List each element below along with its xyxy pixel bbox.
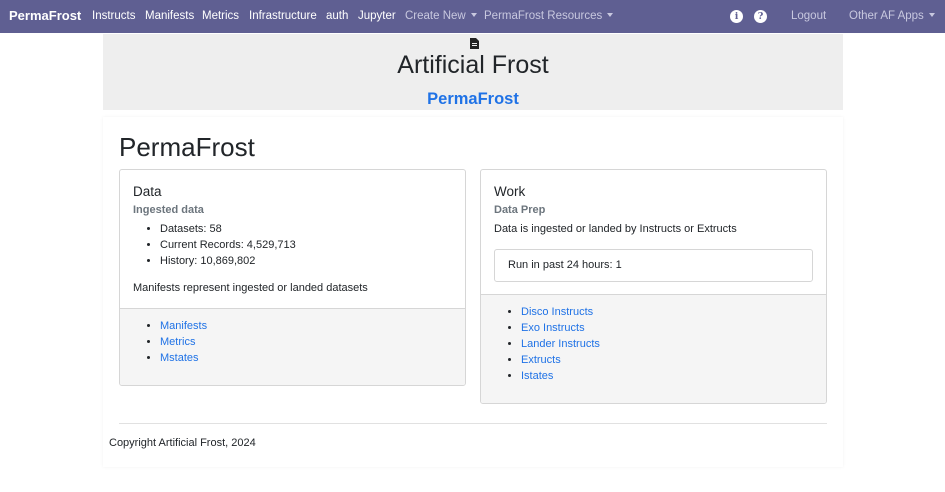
extructs-link[interactable]: Extructs: [521, 354, 561, 366]
mstates-link[interactable]: Mstates: [160, 352, 199, 364]
nav-metrics[interactable]: Metrics: [202, 10, 239, 22]
caret-down-icon: [928, 13, 935, 17]
data-links-list: Manifests Metrics Mstates: [133, 318, 207, 366]
work-card: Work Data Prep Data is ingested or lande…: [480, 169, 827, 404]
nav-permafrost-resources-dropdown[interactable]: PermaFrost Resources: [484, 10, 614, 22]
list-item: Istates: [521, 368, 600, 384]
stat-datasets: Datasets: 58: [160, 221, 296, 237]
disco-instructs-link[interactable]: Disco Instructs: [521, 306, 593, 318]
caret-down-icon: [470, 13, 477, 17]
nav-create-new-dropdown[interactable]: Create New: [405, 10, 477, 22]
nav-instructs[interactable]: Instructs: [92, 10, 135, 22]
nav-infrastructure[interactable]: Infrastructure: [249, 10, 317, 22]
nav-manifests[interactable]: Manifests: [145, 10, 194, 22]
caret-down-icon: [607, 13, 614, 17]
data-card-text: Manifests represent ingested or landed d…: [133, 282, 368, 294]
list-item: Lander Instructs: [521, 336, 600, 352]
work-links-list: Disco Instructs Exo Instructs Lander Ins…: [494, 304, 600, 384]
copyright-text: Copyright Artificial Frost, 2024: [109, 437, 256, 449]
info-icon[interactable]: i: [730, 10, 743, 23]
permafrost-resources-label: PermaFrost Resources: [484, 10, 603, 22]
lander-instructs-link[interactable]: Lander Instructs: [521, 338, 600, 350]
istates-link[interactable]: Istates: [521, 370, 553, 382]
run-status-text: Run in past 24 hours: 1: [508, 259, 622, 271]
page-title: PermaFrost: [119, 132, 255, 162]
work-card-subtitle: Data Prep: [494, 204, 546, 216]
document-icon: [470, 38, 479, 49]
logout-link[interactable]: Logout: [791, 10, 826, 22]
data-card-subtitle: Ingested data: [133, 204, 204, 216]
manifests-link[interactable]: Manifests: [160, 320, 207, 332]
list-item: Manifests: [160, 318, 207, 334]
nav-auth[interactable]: auth: [326, 10, 348, 22]
help-icon[interactable]: ?: [754, 10, 767, 23]
list-item: Extructs: [521, 352, 600, 368]
list-item: Exo Instructs: [521, 320, 600, 336]
run-status-box: Run in past 24 hours: 1: [494, 249, 813, 282]
data-card-title: Data: [133, 184, 162, 199]
navbar: PermaFrost Instructs Manifests Metrics I…: [0, 0, 945, 33]
metrics-link[interactable]: Metrics: [160, 336, 195, 348]
site-header: Artificial Frost PermaFrost: [103, 34, 843, 110]
site-title: Artificial Frost: [397, 51, 549, 79]
other-apps-label: Other AF Apps: [849, 10, 924, 22]
work-card-title: Work: [494, 184, 526, 199]
create-new-label: Create New: [405, 10, 466, 22]
nav-jupyter[interactable]: Jupyter: [358, 10, 396, 22]
data-stats-list: Datasets: 58 Current Records: 4,529,713 …: [133, 221, 296, 269]
data-card-footer: Manifests Metrics Mstates: [120, 308, 465, 385]
brand-link[interactable]: PermaFrost: [9, 8, 81, 23]
work-card-text: Data is ingested or landed by Instructs …: [494, 223, 737, 235]
exo-instructs-link[interactable]: Exo Instructs: [521, 322, 585, 334]
list-item: Mstates: [160, 350, 207, 366]
work-card-footer: Disco Instructs Exo Instructs Lander Ins…: [481, 294, 826, 403]
data-card: Data Ingested data Datasets: 58 Current …: [119, 169, 466, 386]
list-item: Metrics: [160, 334, 207, 350]
site-subtitle-link[interactable]: PermaFrost: [103, 90, 843, 109]
main-content: PermaFrost Data Ingested data Datasets: …: [103, 117, 843, 467]
other-apps-dropdown[interactable]: Other AF Apps: [849, 10, 935, 22]
stat-current-records: Current Records: 4,529,713: [160, 237, 296, 253]
footer-divider: [119, 423, 827, 424]
list-item: Disco Instructs: [521, 304, 600, 320]
stat-history: History: 10,869,802: [160, 253, 296, 269]
